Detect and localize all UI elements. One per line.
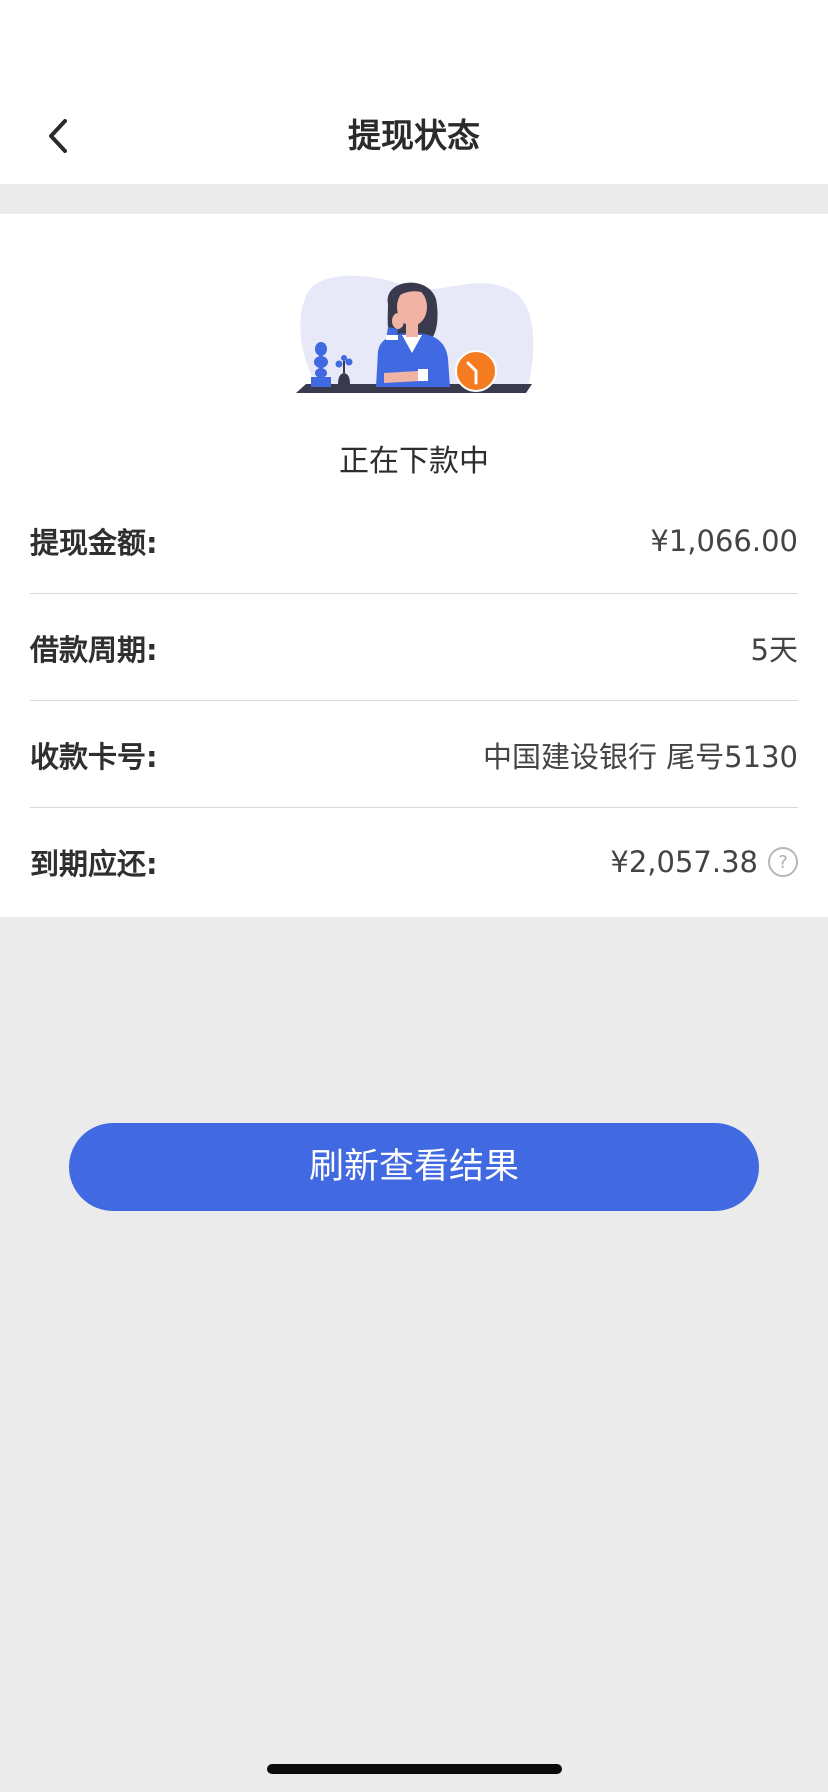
receiving-card-label: 收款卡号: [30, 739, 158, 774]
amount-due-value: ¥2,057.38 [610, 845, 758, 879]
withdrawal-amount-value: ¥1,066.00 [650, 523, 798, 558]
refresh-result-button[interactable]: 刷新查看结果 [69, 1123, 759, 1211]
status-text: 正在下款中 [339, 444, 489, 479]
receiving-card-row: 收款卡号: 中国建设银行 尾号5130 [30, 702, 798, 808]
withdrawal-amount-row: 提现金额: ¥1,066.00 [30, 488, 798, 594]
loan-period-value: 5天 [750, 632, 798, 667]
question-circle-icon[interactable]: ? [768, 847, 798, 877]
loan-period-label: 借款周期: [30, 632, 158, 667]
receiving-card-value: 中国建设银行 尾号5130 [482, 739, 798, 774]
amount-due-row: 到期应还: ¥2,057.38 ? [30, 809, 798, 915]
page-title: 提现状态 [348, 116, 480, 155]
withdrawal-status-card: 正在下款中 提现金额: ¥1,066.00 借款周期: 5天 收款卡号: 中国建… [0, 214, 828, 917]
amount-due-value-group: ¥2,057.38 ? [610, 845, 798, 879]
withdrawal-amount-label: 提现金额: [30, 525, 158, 560]
home-indicator [267, 1764, 562, 1774]
loan-period-row: 借款周期: 5天 [30, 595, 798, 701]
navigation-bar: 提现状态 [0, 88, 828, 184]
woman-waiting-clock-illustration [296, 275, 534, 393]
amount-due-label: 到期应还: [30, 847, 158, 881]
status-bar [0, 0, 828, 88]
